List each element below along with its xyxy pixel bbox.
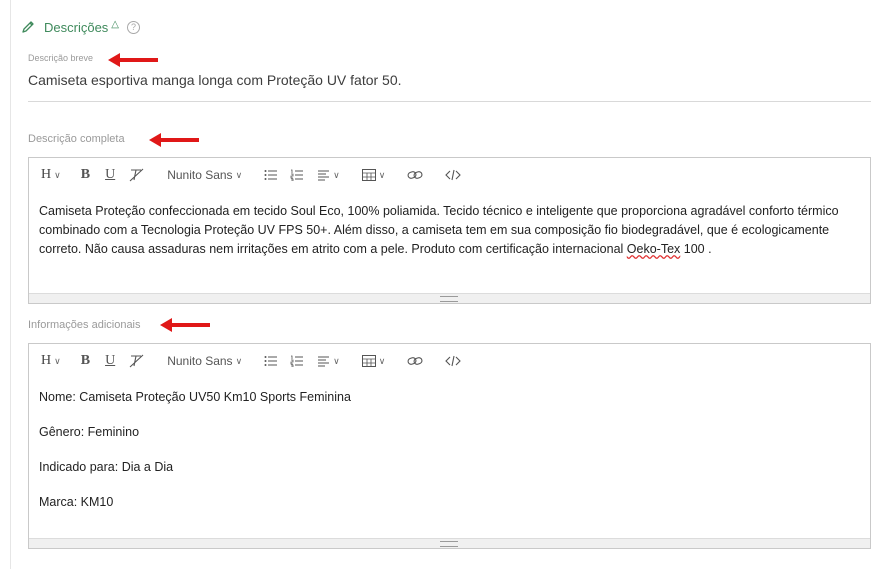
chevron-down-icon: ∨ (235, 169, 243, 180)
full-description-content[interactable]: Camiseta Proteção confeccionada em tecid… (29, 192, 870, 259)
annotation-arrow-icon (108, 53, 158, 67)
table-dropdown[interactable]: ∨ (361, 355, 386, 367)
editor-toolbar: H ∨ B U Nunito Sans ∨ ∨ ∨ (29, 158, 870, 192)
info-line-name: Nome: Camiseta Proteção UV50 Km10 Sports… (39, 390, 351, 404)
font-label: Nunito Sans (167, 354, 233, 368)
clear-format-button[interactable] (129, 354, 145, 368)
help-icon[interactable]: ? (127, 20, 140, 34)
link-icon (407, 171, 423, 179)
numbered-list-button[interactable] (290, 169, 304, 181)
bold-button[interactable]: B (81, 167, 90, 183)
bullet-list-icon (264, 356, 278, 366)
pencil-icon (22, 21, 34, 33)
table-icon (361, 355, 376, 367)
heading-label: H (41, 167, 52, 182)
clear-format-button[interactable] (129, 168, 145, 182)
additional-info-label: Informações adicionais (28, 319, 141, 331)
chevron-down-icon: ∨ (54, 355, 61, 366)
bold-button[interactable]: B (81, 353, 90, 369)
description-text-end: 100 . (680, 242, 712, 256)
spellcheck-word: Oeko-Tex (626, 242, 681, 256)
table-icon (361, 169, 376, 181)
full-description-label: Descrição completa (28, 133, 125, 145)
resize-handle[interactable] (29, 293, 870, 303)
table-dropdown[interactable]: ∨ (361, 169, 386, 181)
field-divider (28, 101, 871, 102)
annotation-arrow-icon (149, 133, 199, 147)
info-line-brand: Marca: KM10 (39, 495, 114, 509)
code-icon (445, 169, 462, 181)
chevron-down-icon: ∨ (378, 169, 386, 180)
chevron-down-icon: ∨ (235, 355, 243, 366)
additional-info-content[interactable]: Nome: Camiseta Proteção UV50 Km10 Sports… (29, 378, 870, 512)
font-dropdown[interactable]: Nunito Sans ∨ (167, 168, 242, 182)
font-label: Nunito Sans (167, 168, 233, 182)
chevron-down-icon: ∨ (333, 355, 340, 366)
bullet-list-button[interactable] (264, 355, 278, 367)
align-dropdown[interactable]: ∨ (318, 169, 340, 181)
underline-button[interactable]: U (105, 167, 115, 183)
heading-dropdown[interactable]: H ∨ (41, 167, 61, 183)
short-description-label: Descrição breve (28, 53, 94, 63)
left-rule (10, 0, 11, 569)
editor-toolbar: H ∨ B U Nunito Sans ∨ ∨ ∨ (29, 344, 870, 378)
heading-label: H (41, 353, 52, 368)
grip-icon (440, 296, 458, 302)
info-line-indicated: Indicado para: Dia a Dia (39, 460, 174, 474)
source-code-button[interactable] (445, 355, 462, 367)
chevron-down-icon: ∨ (54, 169, 61, 180)
align-left-icon (318, 170, 330, 181)
source-code-button[interactable] (445, 169, 462, 181)
numbered-list-icon (290, 169, 304, 181)
description-text: Camiseta Proteção confeccionada em tecid… (39, 204, 839, 256)
section-header[interactable]: Descrições △ ? (20, 16, 140, 38)
bullet-list-button[interactable] (264, 169, 278, 181)
link-icon (407, 357, 423, 365)
full-description-editor[interactable]: H ∨ B U Nunito Sans ∨ ∨ ∨ Camiseta Proteçã… (28, 157, 871, 304)
align-dropdown[interactable]: ∨ (318, 355, 340, 367)
short-description-field[interactable]: Camiseta esportiva manga longa com Prote… (28, 72, 402, 88)
collapse-caret-icon[interactable]: △ (111, 19, 119, 30)
numbered-list-button[interactable] (290, 355, 304, 367)
heading-dropdown[interactable]: H ∨ (41, 353, 61, 369)
info-line-gender: Gênero: Feminino (39, 425, 140, 439)
full-description-paragraph: Camiseta Proteção confeccionada em tecid… (39, 202, 860, 259)
numbered-list-icon (290, 355, 304, 367)
resize-handle[interactable] (29, 538, 870, 548)
additional-info-editor[interactable]: H ∨ B U Nunito Sans ∨ ∨ ∨ Nome: Camiseta P… (28, 343, 871, 549)
clear-format-icon (129, 354, 144, 368)
align-left-icon (318, 356, 330, 367)
clear-format-icon (129, 168, 144, 182)
annotation-arrow-icon (160, 318, 210, 332)
link-button[interactable] (407, 355, 423, 367)
link-button[interactable] (407, 169, 423, 181)
chevron-down-icon: ∨ (333, 169, 340, 180)
underline-button[interactable]: U (105, 353, 115, 369)
bullet-list-icon (264, 170, 278, 180)
code-icon (445, 355, 462, 367)
chevron-down-icon: ∨ (378, 355, 386, 366)
section-title: Descrições (44, 19, 109, 35)
grip-icon (440, 541, 458, 547)
font-dropdown[interactable]: Nunito Sans ∨ (167, 354, 242, 368)
